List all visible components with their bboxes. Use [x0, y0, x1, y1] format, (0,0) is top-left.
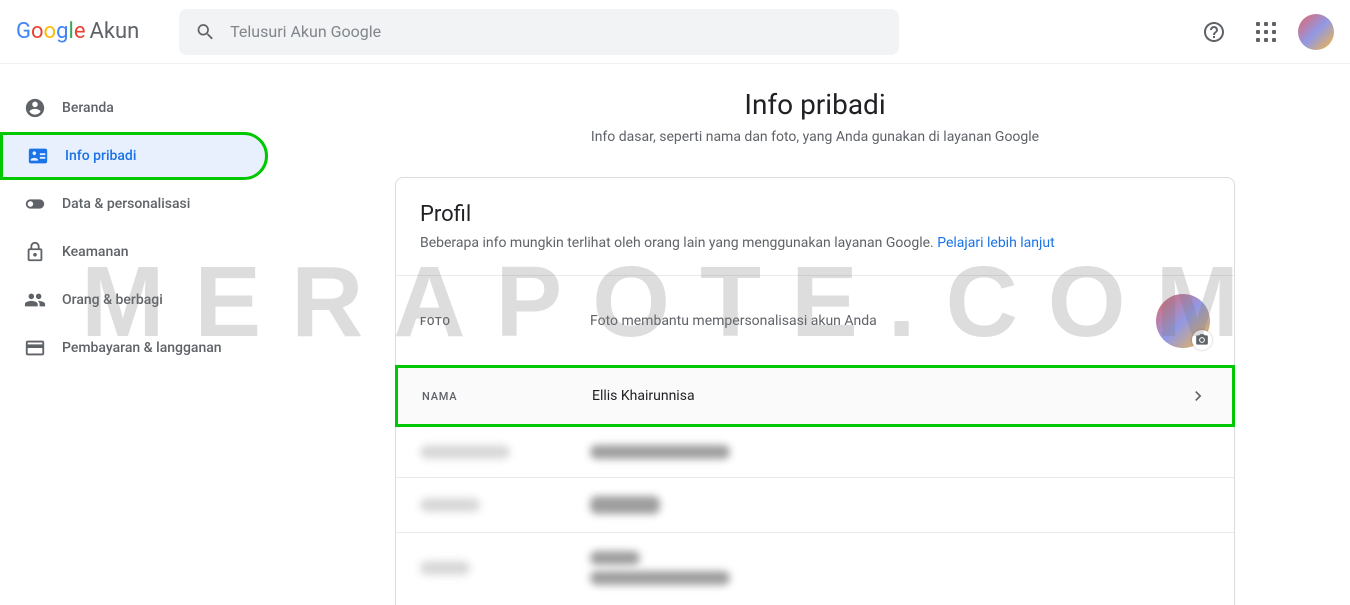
- sidebar-item-payments-subscriptions[interactable]: Pembayaran & langganan: [0, 324, 268, 372]
- profile-row-blurred: [396, 532, 1234, 603]
- google-account-logo[interactable]: Google Akun: [16, 19, 139, 44]
- profile-name-row[interactable]: NAMA Ellis Khairunnisa: [395, 365, 1235, 427]
- account-avatar[interactable]: [1298, 14, 1334, 50]
- help-icon: [1202, 20, 1226, 44]
- main-content: Info pribadi Info dasar, seperti nama da…: [280, 64, 1350, 605]
- page-subtitle: Info dasar, seperti nama dan foto, yang …: [320, 129, 1310, 145]
- sidebar-item-home[interactable]: Beranda: [0, 84, 268, 132]
- sidebar-item-personal-info[interactable]: Info pribadi: [0, 132, 268, 180]
- sidebar-item-people-sharing[interactable]: Orang & berbagi: [0, 276, 268, 324]
- toggle-icon: [24, 193, 46, 215]
- sidebar-item-label: Info pribadi: [65, 148, 136, 164]
- search-bar[interactable]: [179, 9, 899, 55]
- credit-card-icon: [24, 337, 46, 359]
- sidebar-item-label: Pembayaran & langganan: [62, 340, 222, 356]
- home-icon: [24, 97, 46, 119]
- search-icon: [195, 21, 216, 43]
- profile-row-blurred: [396, 426, 1234, 477]
- lock-icon: [24, 241, 46, 263]
- logo-suffix: Akun: [89, 19, 139, 44]
- row-label: FOTO: [420, 315, 590, 328]
- id-card-icon: [27, 145, 49, 167]
- sidebar-item-label: Beranda: [62, 100, 114, 116]
- profile-card: Profil Beberapa info mungkin terlihat ol…: [395, 177, 1235, 605]
- row-value: Ellis Khairunnisa: [592, 388, 1188, 404]
- sidebar-item-data-personalization[interactable]: Data & personalisasi: [0, 180, 268, 228]
- help-button[interactable]: [1194, 12, 1234, 52]
- search-input[interactable]: [230, 22, 883, 41]
- people-icon: [24, 289, 46, 311]
- sidebar-item-label: Orang & berbagi: [62, 292, 163, 308]
- profile-description: Beberapa info mungkin terlihat oleh oran…: [396, 235, 1234, 275]
- profile-heading: Profil: [396, 178, 1234, 235]
- row-label: NAMA: [422, 390, 592, 403]
- profile-photo-row[interactable]: FOTO Foto membantu mempersonalisasi akun…: [396, 275, 1234, 366]
- sidebar-item-security[interactable]: Keamanan: [0, 228, 268, 276]
- row-value: Foto membantu mempersonalisasi akun Anda: [590, 313, 1156, 329]
- apps-icon: [1256, 22, 1276, 42]
- chevron-right-icon: [1188, 386, 1208, 406]
- sidebar-nav: Beranda Info pribadi Data & personalisas…: [0, 64, 280, 605]
- sidebar-item-label: Keamanan: [62, 244, 129, 260]
- profile-row-blurred: [396, 477, 1234, 532]
- learn-more-link[interactable]: Pelajari lebih lanjut: [937, 235, 1054, 251]
- apps-button[interactable]: [1246, 12, 1286, 52]
- sidebar-item-label: Data & personalisasi: [62, 196, 190, 212]
- page-title: Info pribadi: [320, 88, 1310, 121]
- profile-avatar[interactable]: [1156, 294, 1210, 348]
